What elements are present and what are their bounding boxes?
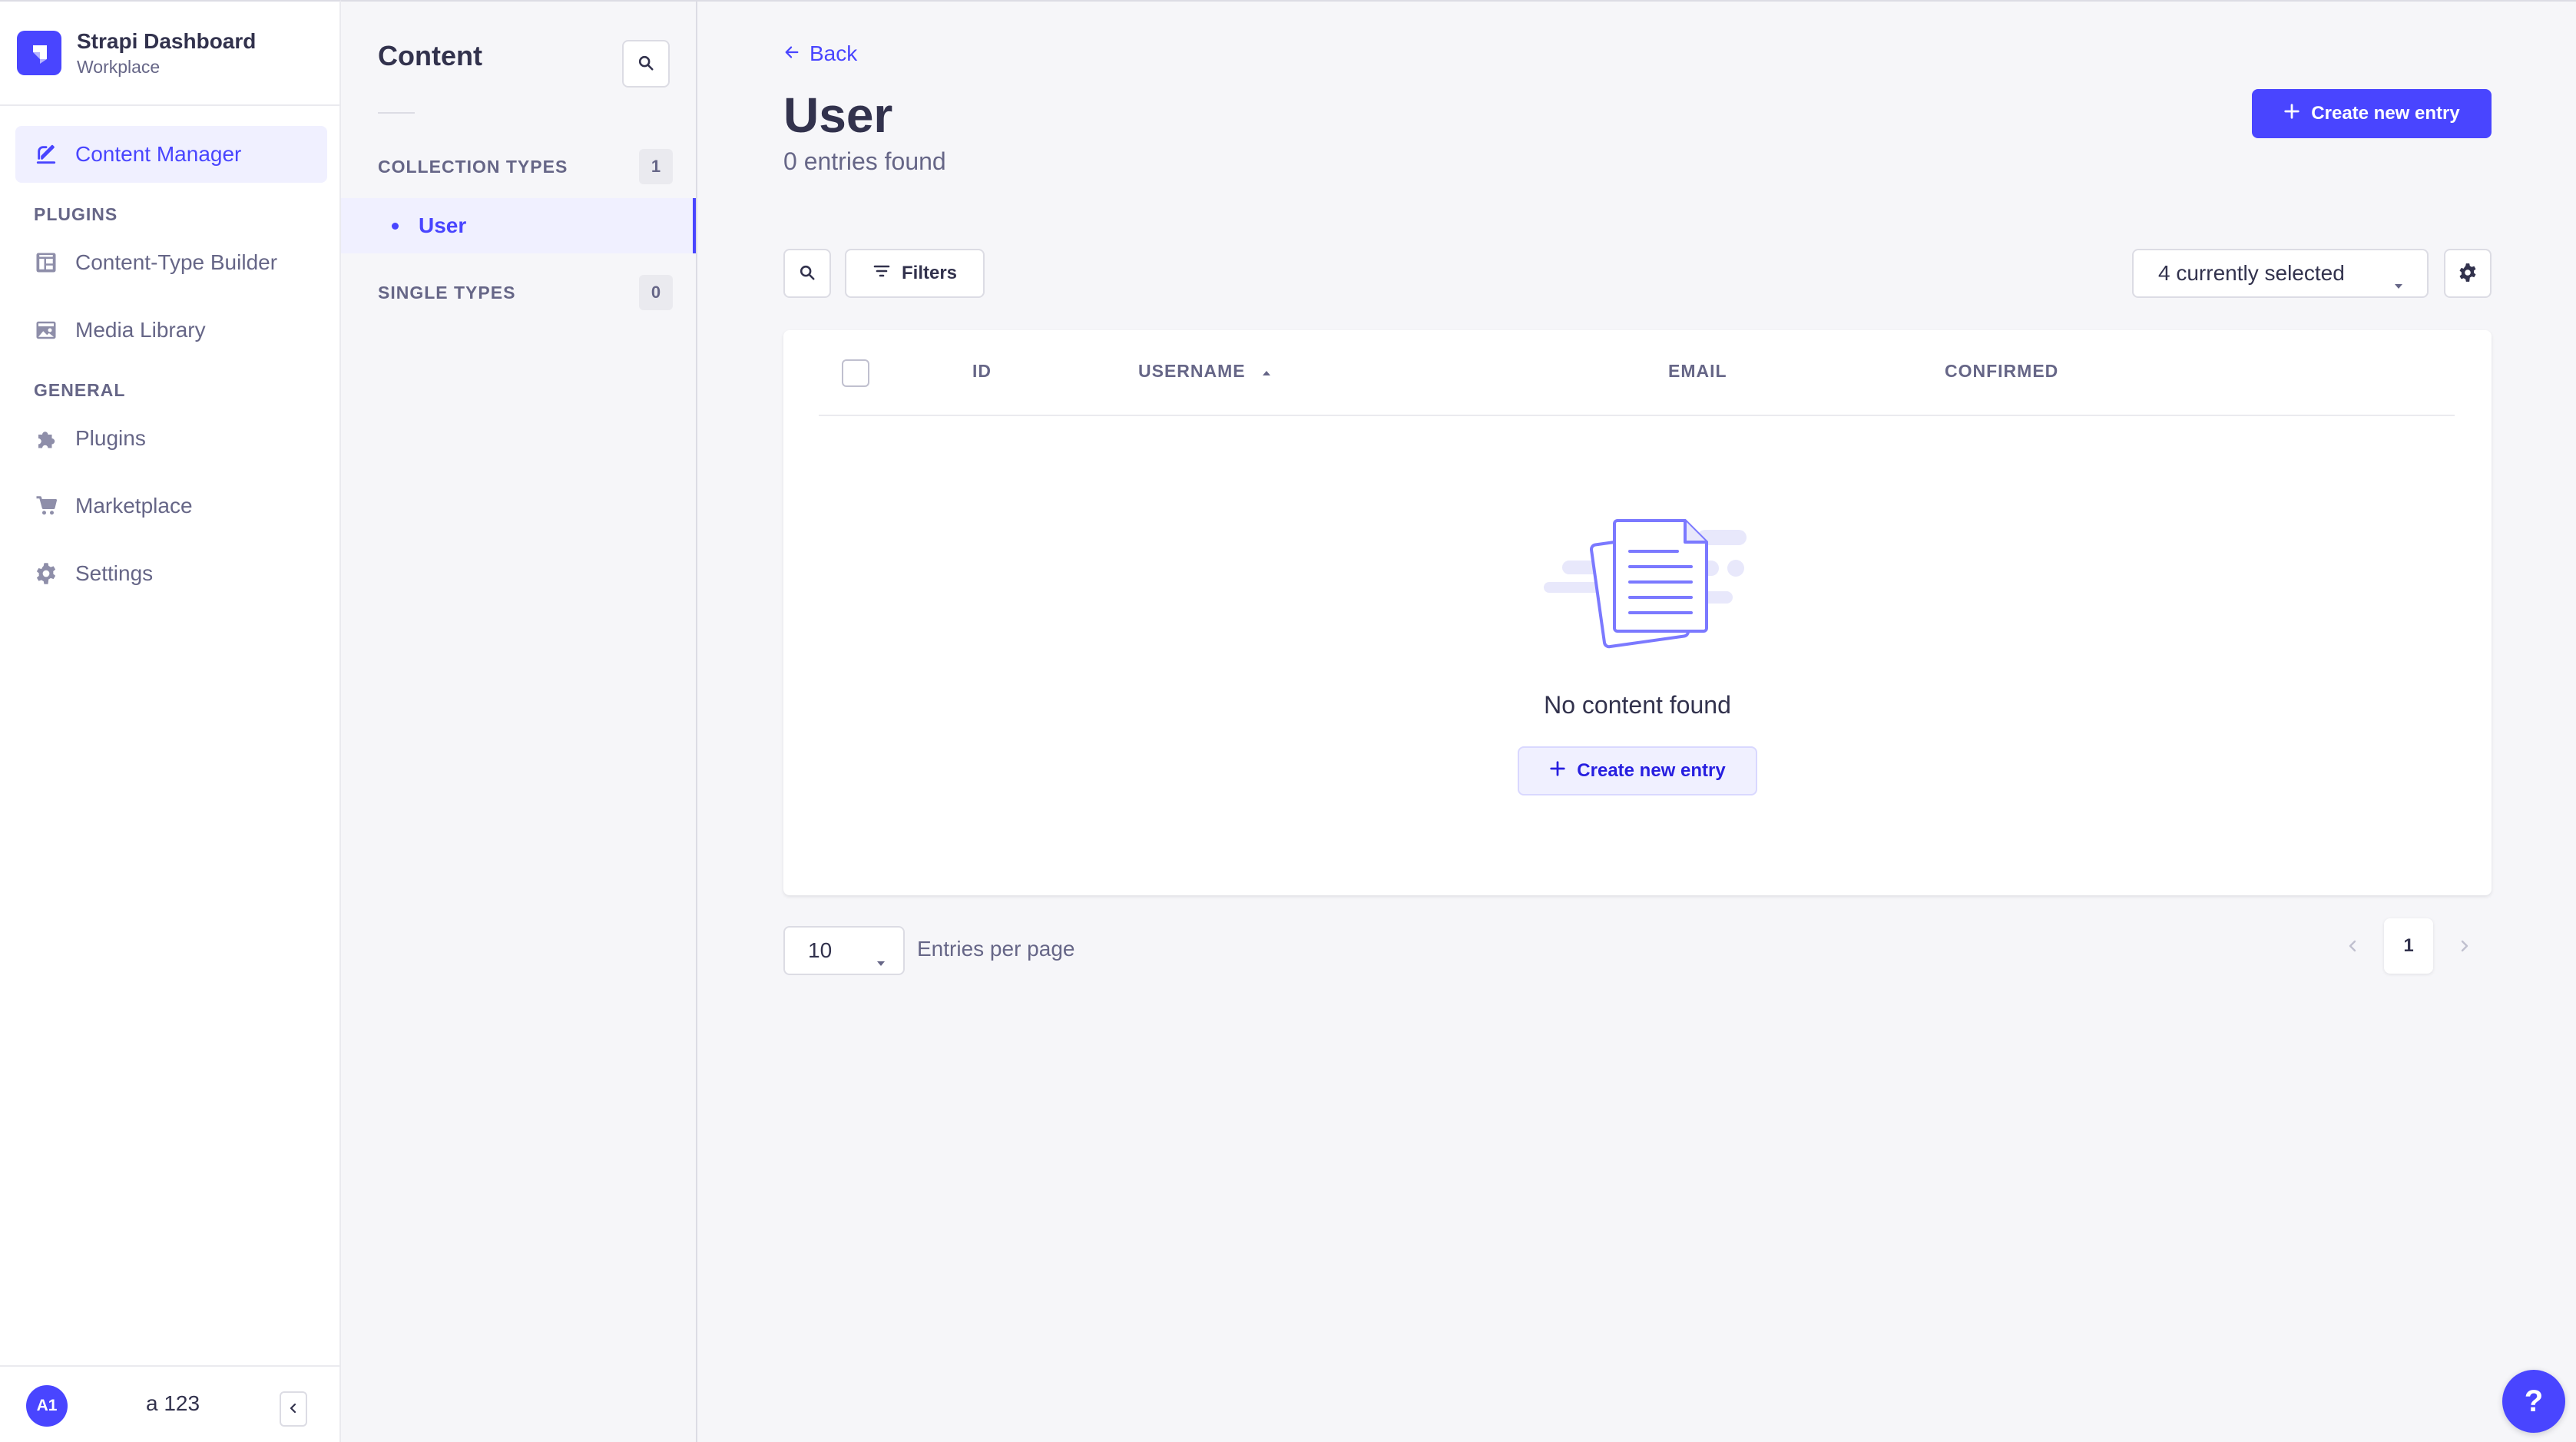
next-page-button[interactable]	[2450, 934, 2478, 961]
column-header-username[interactable]: USERNAME	[1138, 361, 1272, 382]
avatar[interactable]: A1	[26, 1385, 68, 1427]
feather-icon	[32, 141, 60, 168]
back-link[interactable]: Back	[783, 41, 857, 66]
nav-item-label: Plugins	[75, 426, 146, 450]
search-icon	[799, 264, 816, 283]
nav-item-label: Media Library	[75, 318, 206, 342]
column-header-id[interactable]: ID	[972, 361, 992, 382]
search-button[interactable]	[783, 249, 831, 298]
gear-icon	[32, 560, 60, 587]
subnav-item-user[interactable]: User	[341, 198, 696, 253]
columns-select-value: 4 currently selected	[2158, 261, 2345, 285]
nav-item-label: Settings	[75, 561, 154, 585]
image-icon	[32, 316, 60, 344]
content-subnav: Content COLLECTION TYPES 1 User SINGLE T…	[341, 0, 697, 1442]
single-types-section[interactable]: SINGLE TYPES 0	[378, 275, 673, 310]
main-content: Back User 0 entries found Create new ent…	[697, 0, 2576, 1442]
collapse-nav-button[interactable]	[280, 1391, 307, 1427]
single-types-label: SINGLE TYPES	[378, 282, 516, 303]
search-icon	[637, 55, 654, 74]
create-new-entry-button[interactable]: Create new entry	[2252, 89, 2492, 138]
previous-page-button[interactable]	[2339, 934, 2367, 961]
subnav-divider	[378, 112, 415, 114]
cart-icon	[32, 492, 60, 520]
entries-count: 0 entries found	[783, 147, 946, 175]
main-nav: Strapi Dashboard Workplace Content Manag…	[0, 0, 341, 1442]
nav-item-content-type-builder[interactable]: Content-Type Builder	[15, 234, 327, 291]
column-header-confirmed[interactable]: CONFIRMED	[1945, 361, 2058, 382]
empty-documents-illustration	[1544, 511, 1751, 653]
page-title: User	[783, 88, 893, 143]
current-page-button[interactable]: 1	[2384, 918, 2433, 974]
table-header: ID USERNAME EMAIL CONFIRMED	[819, 330, 2455, 416]
arrow-left-icon	[783, 41, 810, 66]
empty-create-label: Create new entry	[1577, 760, 1726, 781]
nav-item-media-library[interactable]: Media Library	[15, 302, 327, 359]
nav-item-settings[interactable]: Settings	[15, 545, 327, 602]
create-new-entry-label: Create new entry	[2311, 103, 2460, 124]
chevron-left-icon	[2347, 940, 2359, 956]
sort-ascending-icon	[1246, 361, 1272, 382]
user-name[interactable]: a 123	[146, 1391, 200, 1416]
help-button[interactable]: ?	[2502, 1370, 2565, 1433]
nav-item-label: Marketplace	[75, 494, 193, 518]
layout-icon	[32, 249, 60, 276]
plus-icon	[2283, 103, 2311, 125]
subnav-search-button[interactable]	[622, 40, 670, 88]
nav-section-plugins: PLUGINS	[34, 204, 118, 224]
collection-types-label: COLLECTION TYPES	[378, 156, 568, 177]
subnav-title: Content	[378, 40, 482, 71]
filter-icon	[872, 262, 902, 286]
nav-footer: A1 a 123	[0, 1365, 339, 1442]
subnav-item-label: User	[419, 213, 467, 237]
brand-subtitle: Workplace	[77, 57, 161, 77]
brand-title: Strapi Dashboard	[77, 29, 257, 53]
entries-table: ID USERNAME EMAIL CONFIRMED No content f…	[783, 330, 2492, 895]
puzzle-icon	[32, 425, 60, 452]
list-settings-button[interactable]	[2444, 249, 2492, 298]
collection-types-section[interactable]: COLLECTION TYPES 1	[378, 149, 673, 184]
nav-item-label: Content Manager	[75, 142, 242, 166]
column-header-email[interactable]: EMAIL	[1668, 361, 1727, 382]
caret-down-icon	[876, 948, 886, 973]
back-label: Back	[810, 41, 858, 65]
bullet-icon	[392, 222, 399, 230]
page-size-value: 10	[808, 938, 833, 962]
filters-label: Filters	[901, 263, 958, 283]
gear-icon	[2458, 263, 2478, 285]
nav-section-general: GENERAL	[34, 380, 126, 400]
caret-down-icon	[2393, 271, 2404, 296]
columns-select[interactable]: 4 currently selected	[2132, 249, 2429, 298]
nav-item-content-manager[interactable]: Content Manager	[15, 126, 327, 183]
strapi-logo-icon	[17, 31, 61, 75]
brand: Strapi Dashboard Workplace	[0, 2, 339, 106]
nav-item-marketplace[interactable]: Marketplace	[15, 478, 327, 534]
nav-item-plugins[interactable]: Plugins	[15, 410, 327, 467]
single-types-count: 0	[639, 275, 673, 310]
collection-types-count: 1	[639, 149, 673, 184]
filters-button[interactable]: Filters	[845, 249, 985, 298]
chevron-left-icon	[287, 1402, 300, 1417]
select-all-checkbox[interactable]	[842, 359, 869, 387]
chevron-right-icon	[2458, 940, 2470, 956]
nav-item-label: Content-Type Builder	[75, 250, 278, 274]
page-size-label: Entries per page	[917, 937, 1075, 961]
page-size-select[interactable]: 10	[783, 926, 905, 975]
empty-create-new-entry-button[interactable]: Create new entry	[1518, 746, 1757, 795]
plus-icon	[1549, 760, 1577, 782]
empty-state-text: No content found	[1544, 691, 1731, 719]
